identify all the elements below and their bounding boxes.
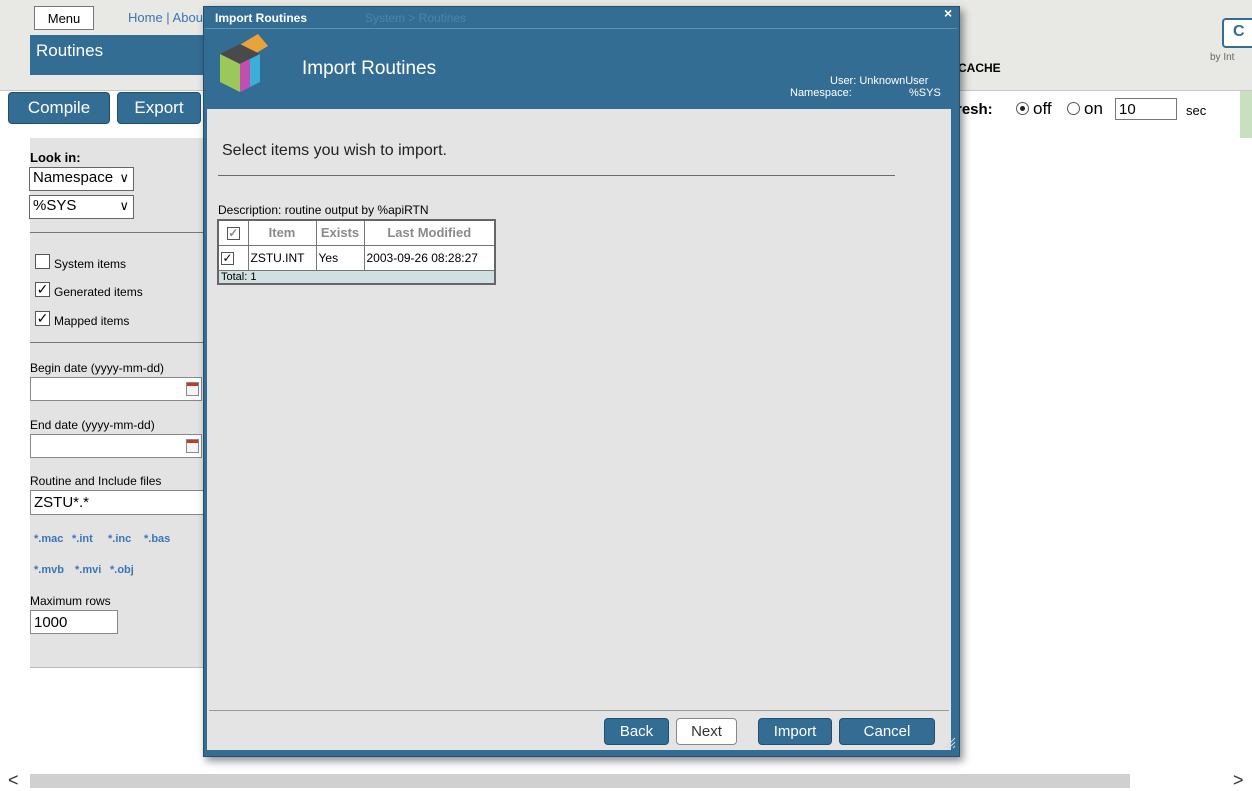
ext-link-int[interactable]: *.int (72, 533, 93, 545)
product-name: CACHE (958, 61, 1001, 75)
select-all-cell[interactable]: ✓ (217, 219, 249, 246)
generated-items-label: Generated items (54, 285, 143, 299)
calendar-icon[interactable] (186, 382, 199, 396)
select-all-checkbox[interactable]: ✓ (226, 227, 240, 241)
dialog-titlebar-title: Import Routines (215, 11, 307, 25)
routine-filter-input[interactable] (30, 490, 210, 515)
scrollbar-thumb[interactable] (30, 774, 1130, 788)
max-rows-input[interactable] (30, 610, 118, 634)
scroll-right-icon[interactable]: > (1233, 770, 1244, 791)
dialog-divider (218, 175, 895, 176)
look-in-value: Namespace (33, 169, 114, 186)
item-cell: ZSTU.INT (247, 244, 317, 271)
max-rows-label: Maximum rows (30, 594, 111, 608)
mapped-items-checkbox[interactable]: ✓ (35, 311, 50, 326)
file-description: Description: routine output by %apiRTN (218, 203, 429, 217)
end-date-label: End date (yyyy-mm-dd) (30, 418, 155, 432)
look-in-select[interactable]: Namespace ∨ (29, 167, 134, 191)
ext-link-inc[interactable]: *.inc (108, 533, 131, 545)
table-row[interactable]: ✓ ZSTU.INT Yes 2003-09-26 08:28:27 (217, 244, 496, 271)
scroll-left-icon[interactable]: < (8, 770, 19, 791)
ext-link-mvi[interactable]: *.mvi (75, 564, 101, 576)
logo-button[interactable]: C (1222, 18, 1252, 48)
namespace-value: %SYS (33, 197, 77, 214)
compile-button[interactable]: Compile (8, 92, 110, 124)
item-column-header[interactable]: Item (247, 219, 317, 246)
exists-cell: Yes (315, 244, 365, 271)
panel-rule (30, 342, 210, 343)
system-items-checkbox[interactable] (35, 254, 50, 269)
row-select-cell[interactable]: ✓ (217, 244, 249, 271)
refresh-off-radio[interactable] (1016, 102, 1029, 115)
dialog-user: User: UnknownUser (830, 75, 929, 87)
close-icon[interactable]: × (944, 5, 952, 21)
vendor-text: by Int (1210, 52, 1235, 63)
refresh-off-label: off (1033, 99, 1052, 118)
import-items-table: ✓ Item Exists Last Modified ✓ ZSTU.INT Y… (217, 219, 496, 285)
import-button[interactable]: Import (758, 718, 832, 745)
menu-button[interactable]: Menu (34, 6, 94, 30)
calendar-icon[interactable] (186, 439, 199, 453)
table-footer-row: Total: 1 (217, 269, 496, 285)
end-date-input[interactable] (30, 434, 202, 458)
dialog-titlebar-breadcrumb: System > Routines (365, 11, 467, 25)
page-title: Routines (30, 35, 210, 75)
refresh-interval-input[interactable] (1115, 98, 1177, 120)
routine-files-label: Routine and Include files (30, 474, 162, 488)
refresh-unit-label: sec (1186, 103, 1207, 118)
dialog-namespace-label: Namespace: (790, 87, 852, 99)
ext-link-bas[interactable]: *.bas (144, 533, 170, 545)
dialog-footer-divider (209, 710, 949, 711)
ext-link-mac[interactable]: *.mac (34, 533, 63, 545)
dialog-heading: Import Routines (302, 58, 437, 79)
top-nav-links[interactable]: Home | About (128, 10, 208, 25)
cancel-button[interactable]: Cancel (839, 718, 935, 745)
dialog-instruction: Select items you wish to import. (222, 142, 447, 159)
status-edge (1240, 91, 1252, 138)
chevron-down-icon: ∨ (119, 198, 129, 213)
resize-grip-icon[interactable] (942, 735, 956, 749)
chevron-down-icon: ∨ (119, 170, 129, 185)
modified-cell: 2003-09-26 08:28:27 (363, 244, 496, 271)
modified-column-header[interactable]: Last Modified (363, 219, 496, 246)
ext-link-obj[interactable]: *.obj (110, 564, 134, 576)
exists-column-header[interactable]: Exists (315, 219, 365, 246)
next-button[interactable]: Next (676, 718, 737, 745)
begin-date-label: Begin date (yyyy-mm-dd) (30, 361, 165, 375)
mapped-items-label: Mapped items (54, 314, 130, 328)
table-total: Total: 1 (217, 269, 496, 285)
auto-refresh-label: resh: (956, 101, 993, 118)
row-checkbox[interactable]: ✓ (221, 251, 234, 265)
refresh-on-label: on (1084, 99, 1103, 118)
package-icon (220, 34, 268, 92)
system-items-label: System items (54, 257, 127, 271)
begin-date-input[interactable] (30, 377, 202, 401)
export-button[interactable]: Export (117, 92, 201, 124)
look-in-label: Look in: (30, 150, 81, 165)
back-button[interactable]: Back (604, 718, 669, 745)
dialog-namespace-value: %SYS (909, 87, 941, 99)
refresh-on-radio[interactable] (1067, 102, 1080, 115)
generated-items-checkbox[interactable]: ✓ (35, 282, 50, 297)
panel-divider (30, 667, 210, 668)
table-header-row: ✓ Item Exists Last Modified (217, 219, 496, 246)
namespace-select[interactable]: %SYS ∨ (29, 195, 134, 219)
ext-link-mvb[interactable]: *.mvb (34, 564, 64, 576)
panel-rule (30, 232, 210, 233)
